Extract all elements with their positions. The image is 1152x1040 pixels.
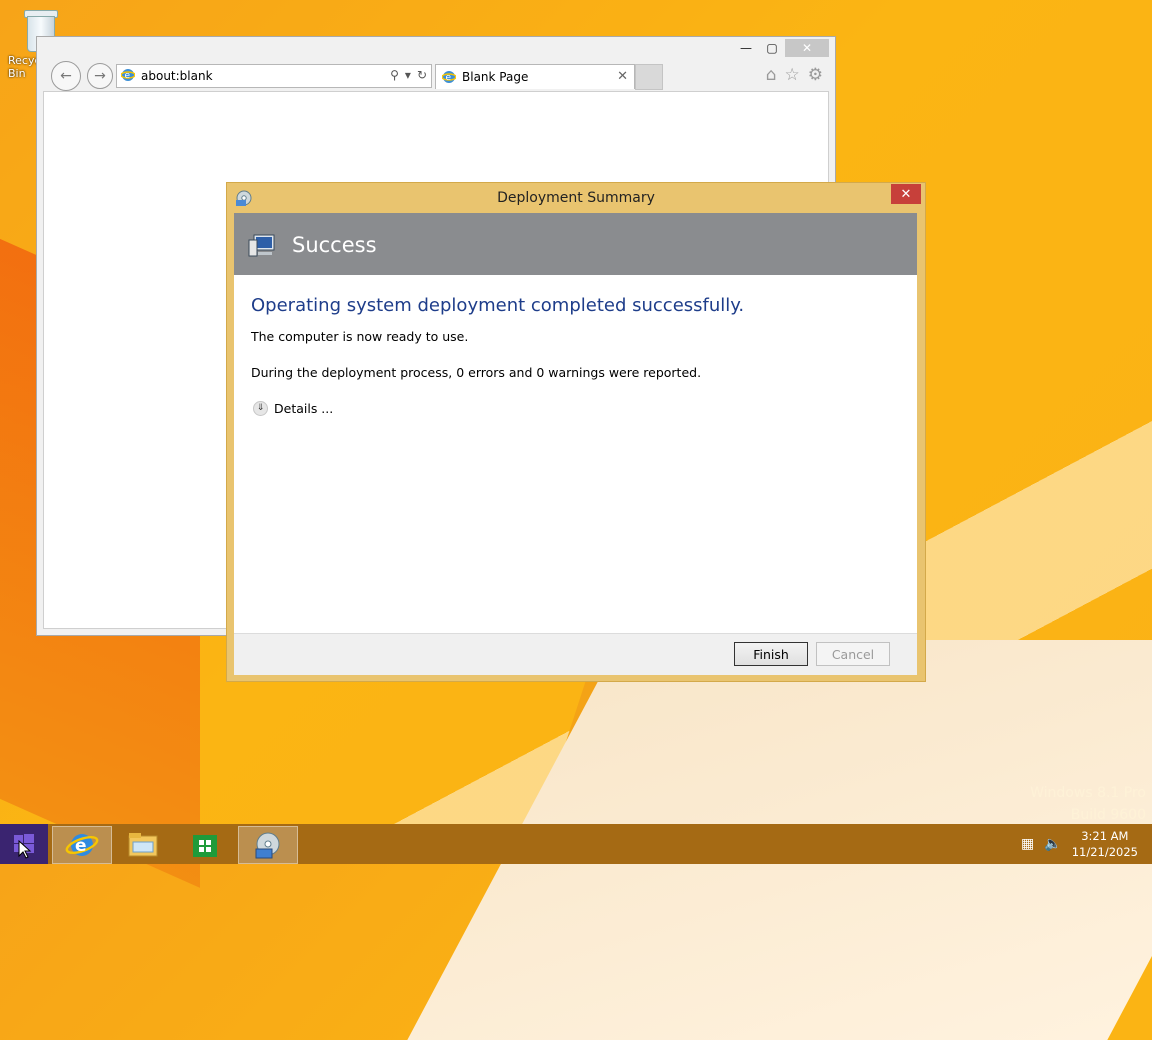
taskbar-deployment-wizard[interactable] xyxy=(238,826,298,864)
mouse-cursor-icon xyxy=(18,840,32,859)
windows-watermark: Windows 8.1 Pro Build 9600 xyxy=(1030,782,1146,826)
settings-icon[interactable]: ⚙ xyxy=(808,65,823,85)
finish-button[interactable]: Finish xyxy=(734,642,808,666)
home-icon[interactable]: ⌂ xyxy=(766,65,777,85)
details-label: Details ... xyxy=(274,401,334,416)
close-tab-icon[interactable]: ✕ xyxy=(617,69,628,84)
clock-date: 11/21/2025 xyxy=(1071,845,1138,859)
dialog-close-button[interactable]: ✕ xyxy=(891,184,921,204)
result-summary: During the deployment process, 0 errors … xyxy=(251,365,702,380)
forward-icon: → xyxy=(94,68,106,84)
details-toggle[interactable]: ⇓ Details ... xyxy=(253,401,333,416)
new-tab-button[interactable] xyxy=(635,64,663,90)
svg-text:e: e xyxy=(446,73,452,83)
cancel-button: Cancel xyxy=(816,642,890,666)
deployment-summary-dialog: Deployment Summary ✕ Success Operating s… xyxy=(226,182,926,682)
dialog-body: Success Operating system deployment comp… xyxy=(234,213,917,675)
dialog-footer: Finish Cancel xyxy=(234,633,917,675)
folder-icon xyxy=(128,833,158,857)
address-text[interactable]: about:blank xyxy=(141,69,213,83)
minimize-button[interactable]: — xyxy=(733,39,759,57)
ie-page-icon: e xyxy=(121,69,135,81)
close-button[interactable]: ✕ xyxy=(785,39,829,57)
cancel-label: Cancel xyxy=(831,646,875,662)
taskbar-store[interactable] xyxy=(176,826,234,862)
back-button[interactable]: ← xyxy=(51,61,81,91)
system-tray: ▦ 🔈 3:21 AM 11/21/2025 xyxy=(1021,828,1138,860)
clock[interactable]: 3:21 AM 11/21/2025 xyxy=(1072,828,1138,860)
taskbar-file-explorer[interactable] xyxy=(114,826,172,862)
chevron-down-icon: ⇓ xyxy=(253,401,268,416)
tab-title: Blank Page xyxy=(462,70,529,84)
forward-button[interactable]: → xyxy=(87,63,113,89)
status-banner: Success xyxy=(234,213,917,275)
ie-page-icon: e xyxy=(442,71,456,83)
internet-explorer-icon: e xyxy=(65,834,99,856)
close-icon: ✕ xyxy=(900,186,912,202)
dialog-titlebar[interactable]: Deployment Summary ✕ xyxy=(227,183,925,213)
store-icon xyxy=(193,835,217,857)
dialog-title: Deployment Summary xyxy=(497,190,655,206)
volume-muted-icon[interactable]: 🔈 xyxy=(1044,836,1061,852)
taskbar-internet-explorer[interactable]: e xyxy=(52,826,112,864)
favorites-icon[interactable]: ☆ xyxy=(785,65,800,85)
refresh-icon[interactable]: ↻ xyxy=(417,68,427,82)
watermark-build: Build 9600 xyxy=(1070,807,1146,823)
address-bar[interactable]: e about:blank ⚲ ▾ ↻ xyxy=(116,64,432,88)
watermark-edition: Windows 8.1 Pro xyxy=(1030,785,1146,801)
taskbar: e ▦ 🔈 3:21 AM 11/21/2025 xyxy=(0,824,1152,864)
tab-blank-page[interactable]: e Blank Page ✕ xyxy=(435,64,635,89)
result-title: Operating system deployment completed su… xyxy=(251,295,745,316)
network-icon[interactable]: ▦ xyxy=(1021,836,1034,852)
svg-text:e: e xyxy=(75,836,87,856)
window-controls: — ▢ ✕ xyxy=(733,39,829,57)
back-icon: ← xyxy=(60,68,72,84)
banner-heading: Success xyxy=(292,233,377,257)
dropdown-icon[interactable]: ▾ xyxy=(405,68,411,82)
result-message: The computer is now ready to use. xyxy=(251,329,469,344)
clock-time: 3:21 AM xyxy=(1081,829,1129,843)
deployment-wizard-icon xyxy=(255,832,280,859)
maximize-button[interactable]: ▢ xyxy=(759,39,785,57)
svg-text:e: e xyxy=(125,71,131,81)
finish-label: Finish xyxy=(753,646,789,662)
computer-icon xyxy=(248,234,275,257)
search-icon[interactable]: ⚲ xyxy=(390,68,399,82)
